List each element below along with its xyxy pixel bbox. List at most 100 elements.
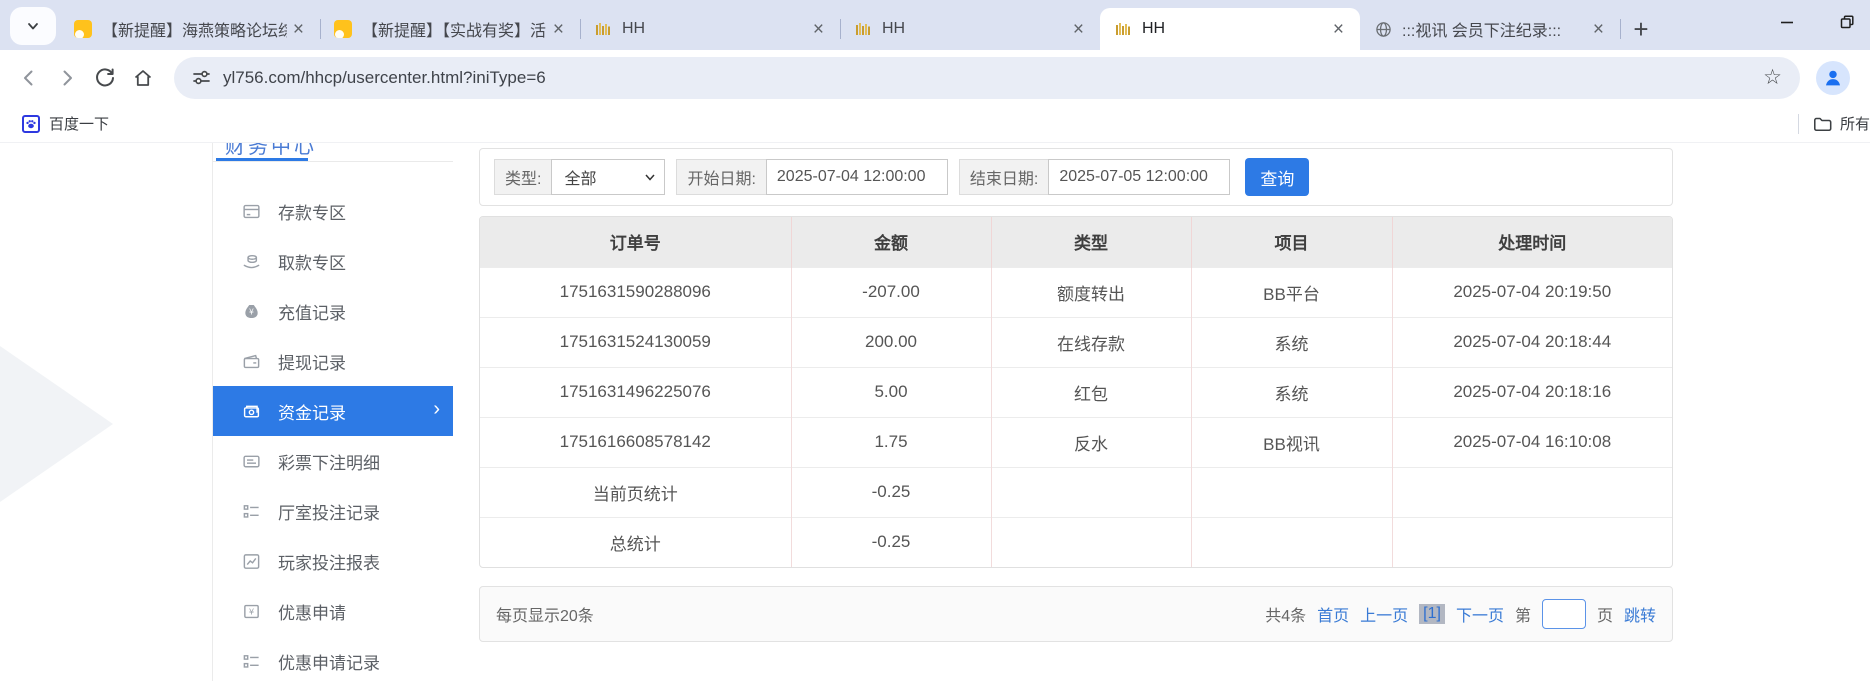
window-controls xyxy=(1772,0,1862,44)
tab-title: 【新提醒】【实战有奖】活 xyxy=(362,17,547,41)
sidebar-item-label: 充值记录 xyxy=(278,299,346,324)
table-row: 1751631590288096 -207.00 额度转出 BB平台 2025-… xyxy=(480,267,1672,317)
page-jump-input[interactable] xyxy=(1542,599,1586,629)
table-row-grand-total: 总统计 -0.25 xyxy=(480,517,1672,567)
active-tab-underline xyxy=(216,158,308,161)
cell-empty xyxy=(1191,467,1392,517)
sidebar-item-label: 资金记录 xyxy=(278,399,346,424)
bookmark-baidu[interactable]: 百度一下 xyxy=(16,110,115,137)
start-date-input[interactable] xyxy=(766,159,948,195)
sidebar-item-recharge-record[interactable]: ¥ 充值记录 xyxy=(213,286,453,336)
end-date-input[interactable] xyxy=(1048,159,1230,195)
browser-window: 【新提醒】海燕策略论坛综 × 【新提醒】【实战有奖】活 × HH × HH × xyxy=(0,0,1870,681)
divider xyxy=(1798,114,1799,134)
tab-search-button[interactable] xyxy=(10,7,56,45)
cell-amount: 1.75 xyxy=(791,417,991,467)
cell-empty xyxy=(1392,517,1672,567)
next-page-link[interactable]: 下一页 xyxy=(1456,602,1504,626)
tab-close-icon[interactable]: × xyxy=(1587,18,1610,41)
forum-favicon-icon xyxy=(334,20,352,38)
table-row: 1751631524130059 200.00 在线存款 系统 2025-07-… xyxy=(480,317,1672,367)
cell-empty xyxy=(991,467,1191,517)
cell-type: 反水 xyxy=(991,417,1191,467)
sidebar-item-hall-bet-record[interactable]: 厅室投注记录 xyxy=(213,486,453,536)
bookmark-bar: 百度一下 所有 xyxy=(0,105,1870,143)
sidebar-item-label: 优惠申请记录 xyxy=(278,649,380,674)
forward-button[interactable] xyxy=(48,59,86,97)
search-button[interactable]: 查询 xyxy=(1245,158,1309,196)
site-settings-icon[interactable] xyxy=(192,68,211,87)
type-label: 类型: xyxy=(494,159,551,195)
prev-page-link[interactable]: 上一页 xyxy=(1360,602,1408,626)
document-lines-icon xyxy=(241,451,261,471)
pagination-controls: 共4条 首页 上一页 [1] 下一页 第 页 跳转 xyxy=(1265,599,1656,629)
home-button[interactable] xyxy=(124,59,162,97)
jump-link[interactable]: 跳转 xyxy=(1624,602,1656,626)
tab-close-icon[interactable]: × xyxy=(287,18,310,41)
reload-button[interactable] xyxy=(86,59,124,97)
cell-process-time: 2025-07-04 20:18:44 xyxy=(1392,317,1672,367)
cell-amount: 5.00 xyxy=(791,367,991,417)
bookmark-star-icon[interactable]: ☆ xyxy=(1763,65,1782,90)
sidebar-item-promo-apply[interactable]: ¥ 优惠申请 xyxy=(213,586,453,636)
col-type: 类型 xyxy=(991,217,1191,267)
tab-forum-1[interactable]: 【新提醒】海燕策略论坛综 × xyxy=(60,8,320,50)
table-header-row: 订单号 金额 类型 项目 处理时间 xyxy=(480,217,1672,267)
baidu-paw-icon xyxy=(22,115,40,133)
sidebar-item-funds-record[interactable]: 资金记录 › xyxy=(213,386,453,436)
new-tab-button[interactable]: + xyxy=(1620,8,1662,50)
profile-avatar[interactable] xyxy=(1816,61,1850,95)
tab-close-icon[interactable]: × xyxy=(807,18,830,41)
sidebar-item-label: 厅室投注记录 xyxy=(278,499,380,524)
gold-logo-favicon-icon xyxy=(854,20,872,38)
end-date-group: 结束日期: xyxy=(959,159,1230,195)
sidebar-item-player-bet-report[interactable]: 玩家投注报表 xyxy=(213,536,453,586)
cell-order-no: 1751631524130059 xyxy=(480,317,791,367)
type-select-value: 全部 xyxy=(564,165,596,189)
page-size-text: 每页显示20条 xyxy=(496,602,594,626)
col-amount: 金额 xyxy=(791,217,991,267)
forum-favicon-icon xyxy=(74,20,92,38)
back-button[interactable] xyxy=(10,59,48,97)
tab-hh-2[interactable]: HH × xyxy=(840,8,1100,50)
sidebar-item-label: 存款专区 xyxy=(278,199,346,224)
tab-strip: 【新提醒】海燕策略论坛综 × 【新提醒】【实战有奖】活 × HH × HH × xyxy=(0,0,1870,50)
sidebar-item-promo-apply-record[interactable]: 优惠申请记录 xyxy=(213,636,453,681)
cell-type: 在线存款 xyxy=(991,317,1191,367)
background-decoration xyxy=(0,346,113,502)
col-project: 项目 xyxy=(1191,217,1392,267)
tab-video-records[interactable]: :::视讯 会员下注纪录::: × xyxy=(1360,8,1620,50)
tab-hh-active[interactable]: HH × xyxy=(1100,8,1360,50)
tab-close-icon[interactable]: × xyxy=(1327,18,1350,41)
address-bar[interactable]: yl756.com/hhcp/usercenter.html?iniType=6… xyxy=(174,57,1800,99)
cell-process-time: 2025-07-04 20:18:16 xyxy=(1392,367,1672,417)
type-select[interactable]: 全部 xyxy=(551,159,665,195)
total-count-text: 共4条 xyxy=(1265,602,1306,626)
all-bookmarks-button[interactable]: 所有 xyxy=(1813,113,1870,134)
cell-amount: -0.25 xyxy=(791,517,991,567)
gold-logo-favicon-icon xyxy=(594,20,612,38)
table-row-page-total: 当前页统计 -0.25 xyxy=(480,467,1672,517)
tab-hh-1[interactable]: HH × xyxy=(580,8,840,50)
col-order-no: 订单号 xyxy=(480,217,791,267)
minimize-button[interactable] xyxy=(1772,7,1802,37)
restore-button[interactable] xyxy=(1832,7,1862,37)
cell-type: 额度转出 xyxy=(991,267,1191,317)
table-row: 1751631496225076 5.00 红包 系统 2025-07-04 2… xyxy=(480,367,1672,417)
main-content: 类型: 全部 开始日期: 结束日期: 查询 xyxy=(479,143,1673,642)
cell-empty xyxy=(1392,467,1672,517)
sidebar-item-lottery-bet-detail[interactable]: 彩票下注明细 xyxy=(213,436,453,486)
tab-forum-2[interactable]: 【新提醒】【实战有奖】活 × xyxy=(320,8,580,50)
cell-amount: -0.25 xyxy=(791,467,991,517)
sidebar-item-withdrawal-record[interactable]: 提现记录 xyxy=(213,336,453,386)
svg-text:¥: ¥ xyxy=(249,307,254,316)
tab-close-icon[interactable]: × xyxy=(1067,18,1090,41)
first-page-link[interactable]: 首页 xyxy=(1317,602,1349,626)
sidebar-heading: 财务中心 xyxy=(213,143,453,162)
cell-process-time: 2025-07-04 16:10:08 xyxy=(1392,417,1672,467)
tab-close-icon[interactable]: × xyxy=(547,18,570,41)
sidebar-item-deposit-zone[interactable]: 存款专区 xyxy=(213,186,453,236)
url-text: yl756.com/hhcp/usercenter.html?iniType=6 xyxy=(223,68,546,88)
sidebar-item-withdraw-zone[interactable]: 取款专区 xyxy=(213,236,453,286)
start-date-label: 开始日期: xyxy=(676,159,765,195)
